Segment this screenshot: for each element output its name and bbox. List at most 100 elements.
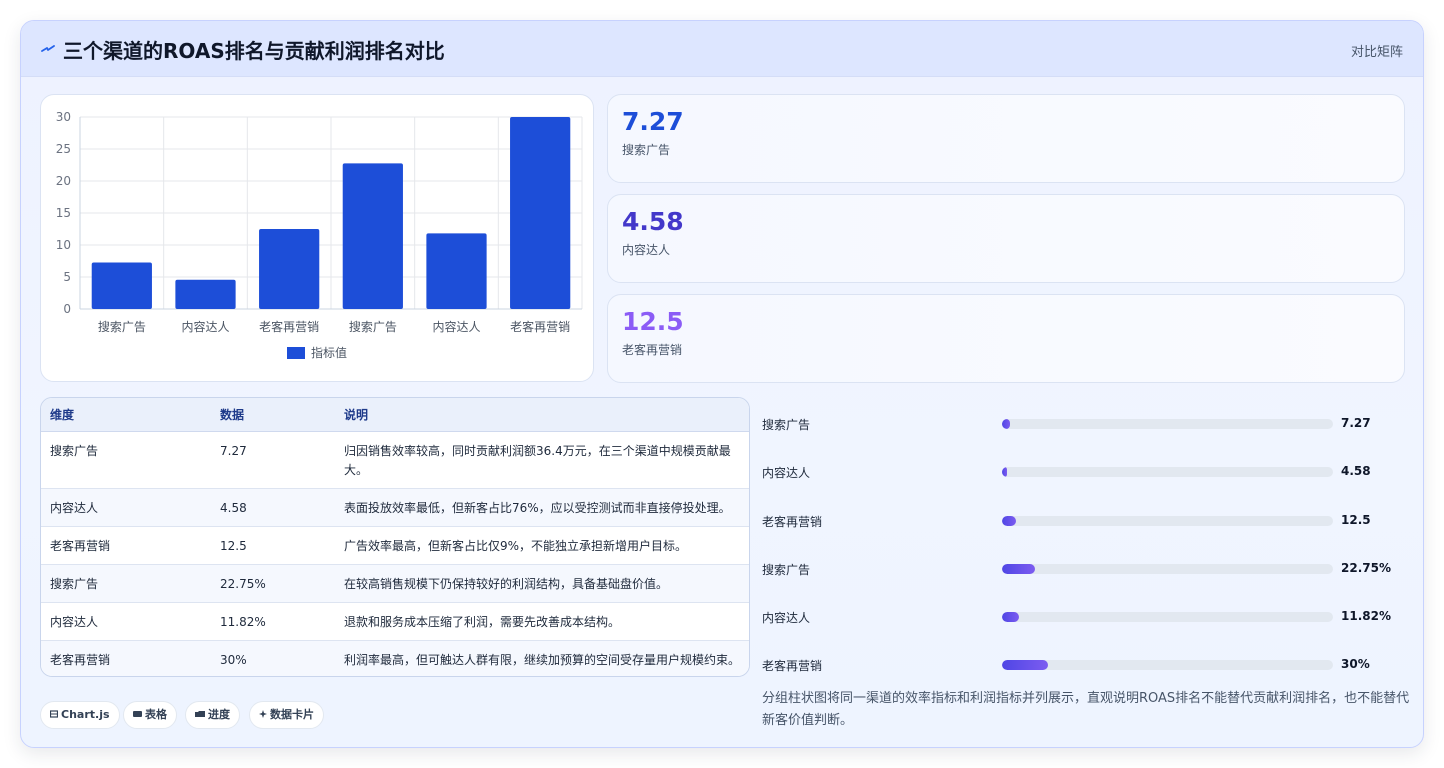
tag-table[interactable]: 表格 xyxy=(123,701,177,729)
stat-label: 搜索广告 xyxy=(622,143,671,157)
tag-chartjs[interactable]: Chart.js xyxy=(40,701,120,729)
progress-track xyxy=(1002,612,1333,622)
progress-label: 老客再营销 xyxy=(762,515,823,529)
table-cell-data: 11.82% xyxy=(211,602,335,641)
table-cell-note: 退款和服务成本压缩了利润，需要先改善成本结构。 xyxy=(335,602,749,641)
table-cell-data: 4.58 xyxy=(211,488,335,527)
bar xyxy=(91,262,152,309)
progress-value: 4.58 xyxy=(1341,464,1371,478)
progress-row: 老客再营销 30% xyxy=(762,646,1405,694)
y-tick-label: 25 xyxy=(56,142,71,156)
progress-label: 老客再营销 xyxy=(762,659,823,673)
progress-track xyxy=(1002,419,1333,429)
bar xyxy=(342,163,403,309)
progress-row: 内容达人 11.82% xyxy=(762,598,1405,646)
chart-icon xyxy=(49,710,59,718)
tag-label: Chart.js xyxy=(61,708,110,721)
stat-card: 4.58 内容达人 xyxy=(607,194,1405,283)
tag-label: 表格 xyxy=(145,708,167,721)
column-header: 说明 xyxy=(335,398,749,432)
progress-fill xyxy=(1002,516,1016,526)
progress-icon xyxy=(195,711,205,717)
progress-label: 内容达人 xyxy=(762,611,811,625)
progress-value: 12.5 xyxy=(1341,513,1371,527)
x-tick-label: 内容达人 xyxy=(432,319,480,334)
x-tick-label: 搜索广告 xyxy=(349,319,397,334)
bar xyxy=(175,279,236,309)
page-title: 三个渠道的ROAS排名与贡献利润排名对比 xyxy=(63,39,445,63)
bar-chart-panel: 0 5 10 15 20 25 30 搜索广告 内容达人 老客再营销 搜索广告 内容达人 老客再营销 指标… xyxy=(40,94,594,382)
column-header: 数据 xyxy=(211,398,335,432)
progress-fill xyxy=(1002,564,1036,574)
tag-label: 数据卡片 xyxy=(270,708,314,721)
progress-value: 7.27 xyxy=(1341,416,1371,430)
bar-chart: 0 5 10 15 20 25 30 搜索广告 内容达人 老客再营销 搜索广告 内容达人 老客再营销指标… xyxy=(56,110,583,360)
y-tick-label: 5 xyxy=(63,270,71,284)
data-table-panel: 维度 数据 说明 搜索广告 7.27 归因销售效率较高，同时贡献利润额36.4万… xyxy=(40,397,750,677)
progress-label: 搜索广告 xyxy=(762,418,811,432)
table-cell-dimension: 搜索广告 xyxy=(41,564,211,603)
stat-value: 12.5 xyxy=(622,307,684,336)
y-tick-label: 30 xyxy=(56,110,71,124)
table-cell-data: 22.75% xyxy=(211,564,335,603)
table-cell-note: 利润率最高，但可触达人群有限，继续加预算的空间受存量用户规模约束。 xyxy=(335,640,749,676)
progress-fill xyxy=(1002,660,1049,670)
stat-value: 7.27 xyxy=(622,107,684,136)
progress-row: 内容达人 4.58 xyxy=(762,453,1405,501)
table-cell-note: 表面投放效率最低，但新客占比76%，应以受控测试而非直接停投处理。 xyxy=(335,488,749,527)
table-cell-dimension: 内容达人 xyxy=(41,602,211,641)
stat-label: 老客再营销 xyxy=(622,343,683,357)
tag-progress[interactable]: 进度 xyxy=(185,701,240,729)
table-icon xyxy=(133,711,142,717)
x-tick-label: 老客再营销 xyxy=(259,319,319,334)
y-tick-label: 15 xyxy=(56,206,71,220)
tag-label: 进度 xyxy=(208,708,230,721)
x-tick-label: 搜索广告 xyxy=(98,319,146,334)
bar xyxy=(259,229,320,309)
progress-fill xyxy=(1002,467,1008,477)
matrix-label: 对比矩阵 xyxy=(1350,45,1403,60)
card-header: 三个渠道的ROAS排名与贡献利润排名对比 对比矩阵 xyxy=(21,21,1423,77)
table-cell-dimension: 老客再营销 xyxy=(41,526,211,565)
progress-track xyxy=(1002,564,1333,574)
bar xyxy=(426,233,487,309)
table-row: 老客再营销 30% 利润率最高，但可触达人群有限，继续加预算的空间受存量用户规模… xyxy=(41,640,749,676)
progress-fill xyxy=(1002,419,1010,429)
progress-track xyxy=(1002,467,1333,477)
progress-label: 搜索广告 xyxy=(762,563,811,577)
legend-label: 指标值 xyxy=(311,345,347,360)
table-cell-data: 12.5 xyxy=(211,526,335,565)
x-tick-label: 老客再营销 xyxy=(510,319,570,334)
y-tick-label: 0 xyxy=(63,302,71,316)
x-tick-label: 内容达人 xyxy=(181,319,229,334)
progress-row: 搜索广告 7.27 xyxy=(762,405,1405,453)
table-row: 内容达人 4.58 表面投放效率最低，但新客占比76%，应以受控测试而非直接停投… xyxy=(41,488,749,527)
legend-swatch xyxy=(287,347,305,359)
data-table: 维度 数据 说明 搜索广告 7.27 归因销售效率较高，同时贡献利润额36.4万… xyxy=(41,398,749,676)
table-cell-note: 广告效率最高，但新客占比仅9%，不能独立承担新增用户目标。 xyxy=(335,526,749,565)
stat-value: 4.58 xyxy=(622,207,684,236)
column-header: 维度 xyxy=(41,398,211,432)
tag-data-card[interactable]: 数据卡片 xyxy=(249,701,324,729)
table-row: 老客再营销 12.5 广告效率最高，但新客占比仅9%，不能独立承担新增用户目标。 xyxy=(41,526,749,565)
lightning-icon xyxy=(41,45,55,52)
chart-legend: 指标值 xyxy=(287,345,347,360)
bar xyxy=(510,117,571,309)
table-cell-dimension: 搜索广告 xyxy=(41,431,211,489)
comparison-card: 三个渠道的ROAS排名与贡献利润排名对比 对比矩阵 0 5 10 15 20 25 30 搜索… xyxy=(20,20,1424,748)
progress-row: 搜索广告 22.75% xyxy=(762,550,1405,598)
table-cell-data: 7.27 xyxy=(211,431,335,489)
progress-value: 30% xyxy=(1341,657,1370,671)
sparkle-icon xyxy=(259,710,267,718)
stat-card: 7.27 搜索广告 xyxy=(607,94,1405,183)
progress-fill xyxy=(1002,612,1019,622)
table-header-row: 维度 数据 说明 xyxy=(41,398,749,432)
progress-track xyxy=(1002,516,1333,526)
progress-value: 22.75% xyxy=(1341,561,1391,575)
progress-list: 搜索广告 7.27 内容达人 4.58 老客再营销 12.5 搜索广告 22.7… xyxy=(762,397,1405,689)
table-cell-dimension: 老客再营销 xyxy=(41,640,211,676)
table-row: 搜索广告 22.75% 在较高销售规模下仍保持较好的利润结构，具备基础盘价值。 xyxy=(41,564,749,603)
progress-label: 内容达人 xyxy=(762,466,811,480)
y-tick-label: 10 xyxy=(56,238,71,252)
progress-track xyxy=(1002,660,1333,670)
